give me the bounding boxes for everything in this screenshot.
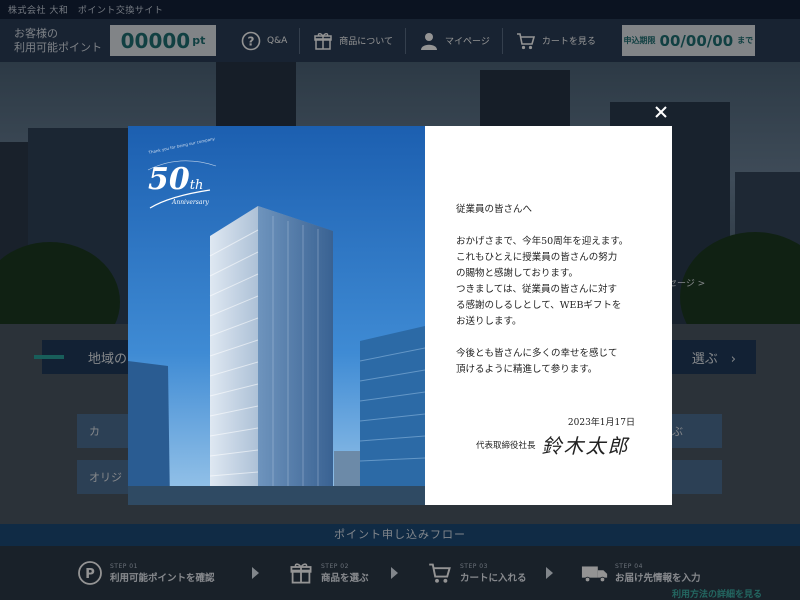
message-letter: 従業員の皆さんへ おかげさまで、今年50周年を迎えます。 これもひとえに授業員の… [425,126,672,505]
letter-signature: 代表取締役社長 鈴木太郎 [476,434,630,458]
logo-word: Anniversary [172,199,209,206]
close-icon [655,106,667,118]
letter-body-2: 今後とも皆さんに多くの幸せを感じて 頂けるように精進して参ります。 [456,348,618,375]
letter-greeting: 従業員の皆さんへ [456,204,533,215]
letter-date: 2023年1月17日 [567,418,635,428]
letter-body-1: おかげさまで、今年50周年を迎えます。 これもひとえに授業員の皆さんの努力 の賜… [456,236,629,327]
logo-suffix: th [189,178,204,193]
logo-number: 50 [148,162,190,197]
headquarters-photo: 50th Anniversary Thank you for being our… [128,126,425,505]
close-button[interactable] [650,101,672,123]
anniversary-modal: 50th Anniversary Thank you for being our… [128,126,672,505]
signer-title: 代表取締役社長 [476,441,536,451]
signer-name: 鈴木太郎 [541,434,630,458]
